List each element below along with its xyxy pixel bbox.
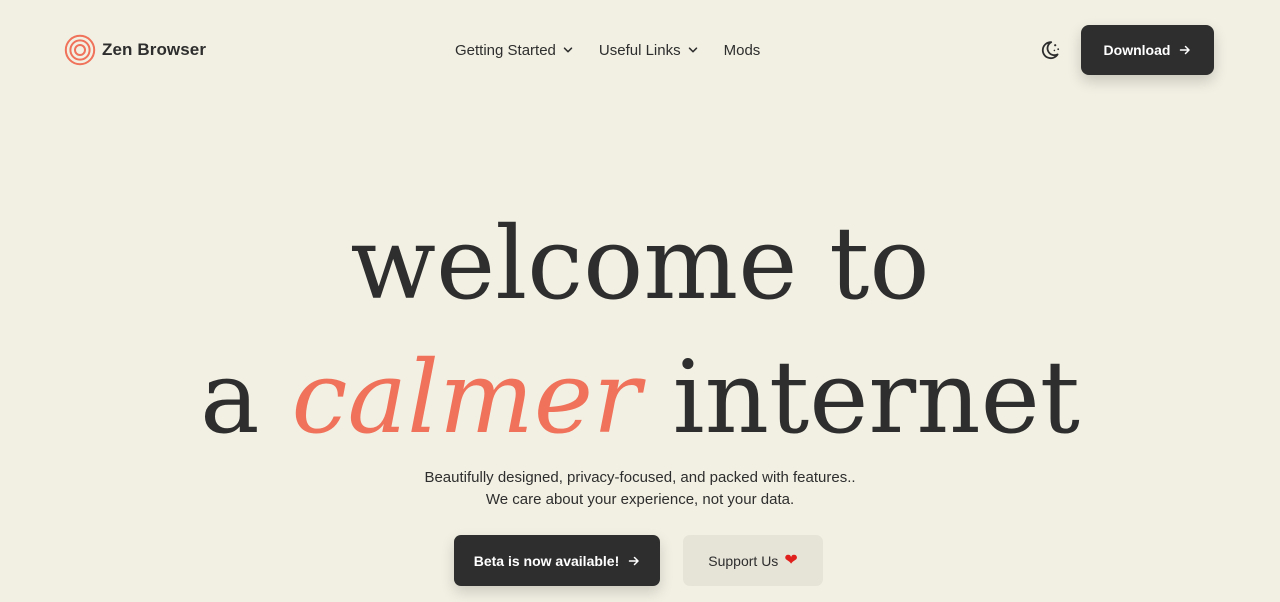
support-us-button[interactable]: Support Us ❤ <box>683 535 823 586</box>
nav-item-label: Getting Started <box>455 41 556 59</box>
beta-button-label: Beta is now available! <box>473 552 620 569</box>
hero-word-prefix: a <box>200 339 260 456</box>
hero-word-suffix: internet <box>672 339 1080 456</box>
download-button[interactable]: Download <box>1081 25 1214 75</box>
nav-item-getting-started[interactable]: Getting Started <box>455 42 573 59</box>
chevron-down-icon <box>563 47 573 53</box>
beta-available-button[interactable]: Beta is now available! <box>454 535 660 586</box>
hero-subtitle-line-2: We care about your experience, not your … <box>485 491 795 508</box>
brand-home-link[interactable]: Zen Browser <box>64 34 206 66</box>
heart-icon: ❤ <box>784 551 798 569</box>
nav-item-label: Useful Links <box>598 41 681 59</box>
nav-item-mods[interactable]: Mods <box>724 42 761 59</box>
main-nav: Getting Started Useful Links Mods <box>455 38 760 62</box>
hero-headline-line-1: welcome to <box>350 205 930 322</box>
hero-subtitle-line-1: Beautifully designed, privacy-focused, a… <box>424 469 856 486</box>
hero-accent-word: calmer <box>291 339 641 456</box>
nav-item-label: Mods <box>723 41 761 59</box>
zen-logo-icon <box>64 34 96 66</box>
support-button-label: Support Us <box>708 552 779 569</box>
theme-toggle-button[interactable] <box>1038 38 1062 62</box>
hero-headline-line-2: a calmer internet <box>0 348 1280 448</box>
chevron-down-icon <box>688 47 697 53</box>
arrow-right-icon <box>629 556 639 565</box>
download-button-label: Download <box>1103 42 1171 58</box>
arrow-right-icon <box>1180 45 1191 55</box>
nav-item-useful-links[interactable]: Useful Links <box>599 42 698 59</box>
brand-name: Zen Browser <box>102 40 207 59</box>
moon-stars-icon <box>1041 41 1060 60</box>
